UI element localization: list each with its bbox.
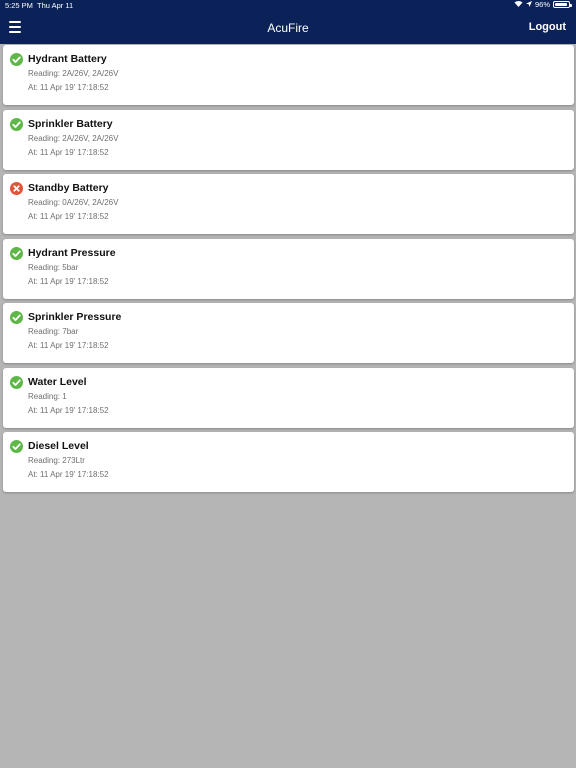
sensor-timestamp: At: 11 Apr 19' 17:18:52 — [28, 470, 109, 479]
sensor-title: Water Level — [28, 375, 87, 388]
check-circle-icon — [10, 53, 23, 66]
sensor-reading: Reading: 0A/26V, 2A/26V — [28, 198, 119, 207]
sensor-timestamp: At: 11 Apr 19' 17:18:52 — [28, 341, 109, 350]
wifi-icon — [514, 0, 523, 9]
check-circle-icon — [10, 440, 23, 453]
sensor-card[interactable]: Hydrant Pressure Reading: 5bar At: 11 Apr … — [3, 238, 574, 299]
page-title: AcuFire — [267, 21, 309, 35]
sensor-title: Sprinkler Battery — [28, 117, 113, 130]
error-circle-icon — [10, 182, 23, 195]
app-header: 5:25 PM Thu Apr 11 96% AcuFire Logout — [0, 0, 576, 44]
navigation-bar: AcuFire Logout — [0, 12, 576, 44]
sensor-timestamp: At: 11 Apr 19' 17:18:52 — [28, 83, 109, 92]
sensor-reading: Reading: 5bar — [28, 262, 79, 272]
check-circle-icon — [10, 117, 23, 131]
sensor-timestamp: At: 11 Apr 19' 17:18:52 — [28, 405, 109, 415]
sensor-title: Standby Battery — [28, 182, 109, 194]
sensor-timestamp: At: 11 Apr 19' 17:18:52 — [28, 147, 109, 157]
sensor-reading: Reading: 2A/26V, 2A/26V — [28, 133, 119, 143]
logout-button[interactable]: Logout — [529, 21, 566, 33]
sensor-list: Hydrant Battery Reading: 2A/26V, 2A/26V At… — [3, 45, 574, 497]
sensor-card[interactable]: Sprinkler Pressure Reading: 7bar At: 11 Ap… — [3, 303, 574, 363]
sensor-title: Diesel Level — [28, 440, 89, 452]
status-time: 5:25 PM — [5, 1, 33, 10]
battery-icon — [553, 1, 572, 8]
battery-fill — [555, 3, 568, 6]
sensor-title: Sprinkler Pressure — [28, 311, 122, 323]
battery-percent: 96% — [534, 0, 550, 9]
location-icon — [525, 0, 532, 9]
status-date: Thu Apr 11 — [37, 1, 74, 10]
check-circle-icon — [10, 246, 23, 260]
sensor-timestamp: At: 11 Apr 19' 17:18:52 — [28, 212, 109, 221]
sensor-card[interactable]: Water Level Reading: 1 At: 11 Apr 19' 17:1… — [3, 367, 574, 428]
sensor-card[interactable]: Sprinkler Battery Reading: 2A/26V, 2A/26V… — [3, 109, 574, 170]
status-bar: 5:25 PM Thu Apr 11 96% — [0, 0, 576, 12]
sensor-reading: Reading: 2A/26V, 2A/26V — [28, 69, 119, 78]
sensor-card[interactable]: Standby Battery Reading: 0A/26V, 2A/26V At… — [3, 174, 574, 234]
sensor-card[interactable]: Hydrant Battery Reading: 2A/26V, 2A/26V At… — [3, 45, 574, 105]
check-circle-icon — [10, 311, 23, 324]
sensor-timestamp: At: 11 Apr 19' 17:18:52 — [28, 276, 109, 286]
status-indicators: 96% — [514, 0, 572, 9]
sensor-reading: Reading: 273Ltr — [28, 456, 85, 465]
check-circle-icon — [10, 375, 23, 389]
sensor-card[interactable]: Diesel Level Reading: 273Ltr At: 11 Apr 19… — [3, 432, 574, 492]
sensor-title: Hydrant Pressure — [28, 246, 116, 259]
sensor-title: Hydrant Battery — [28, 53, 107, 65]
sensor-reading: Reading: 1 — [28, 391, 67, 401]
sensor-reading: Reading: 7bar — [28, 327, 79, 336]
